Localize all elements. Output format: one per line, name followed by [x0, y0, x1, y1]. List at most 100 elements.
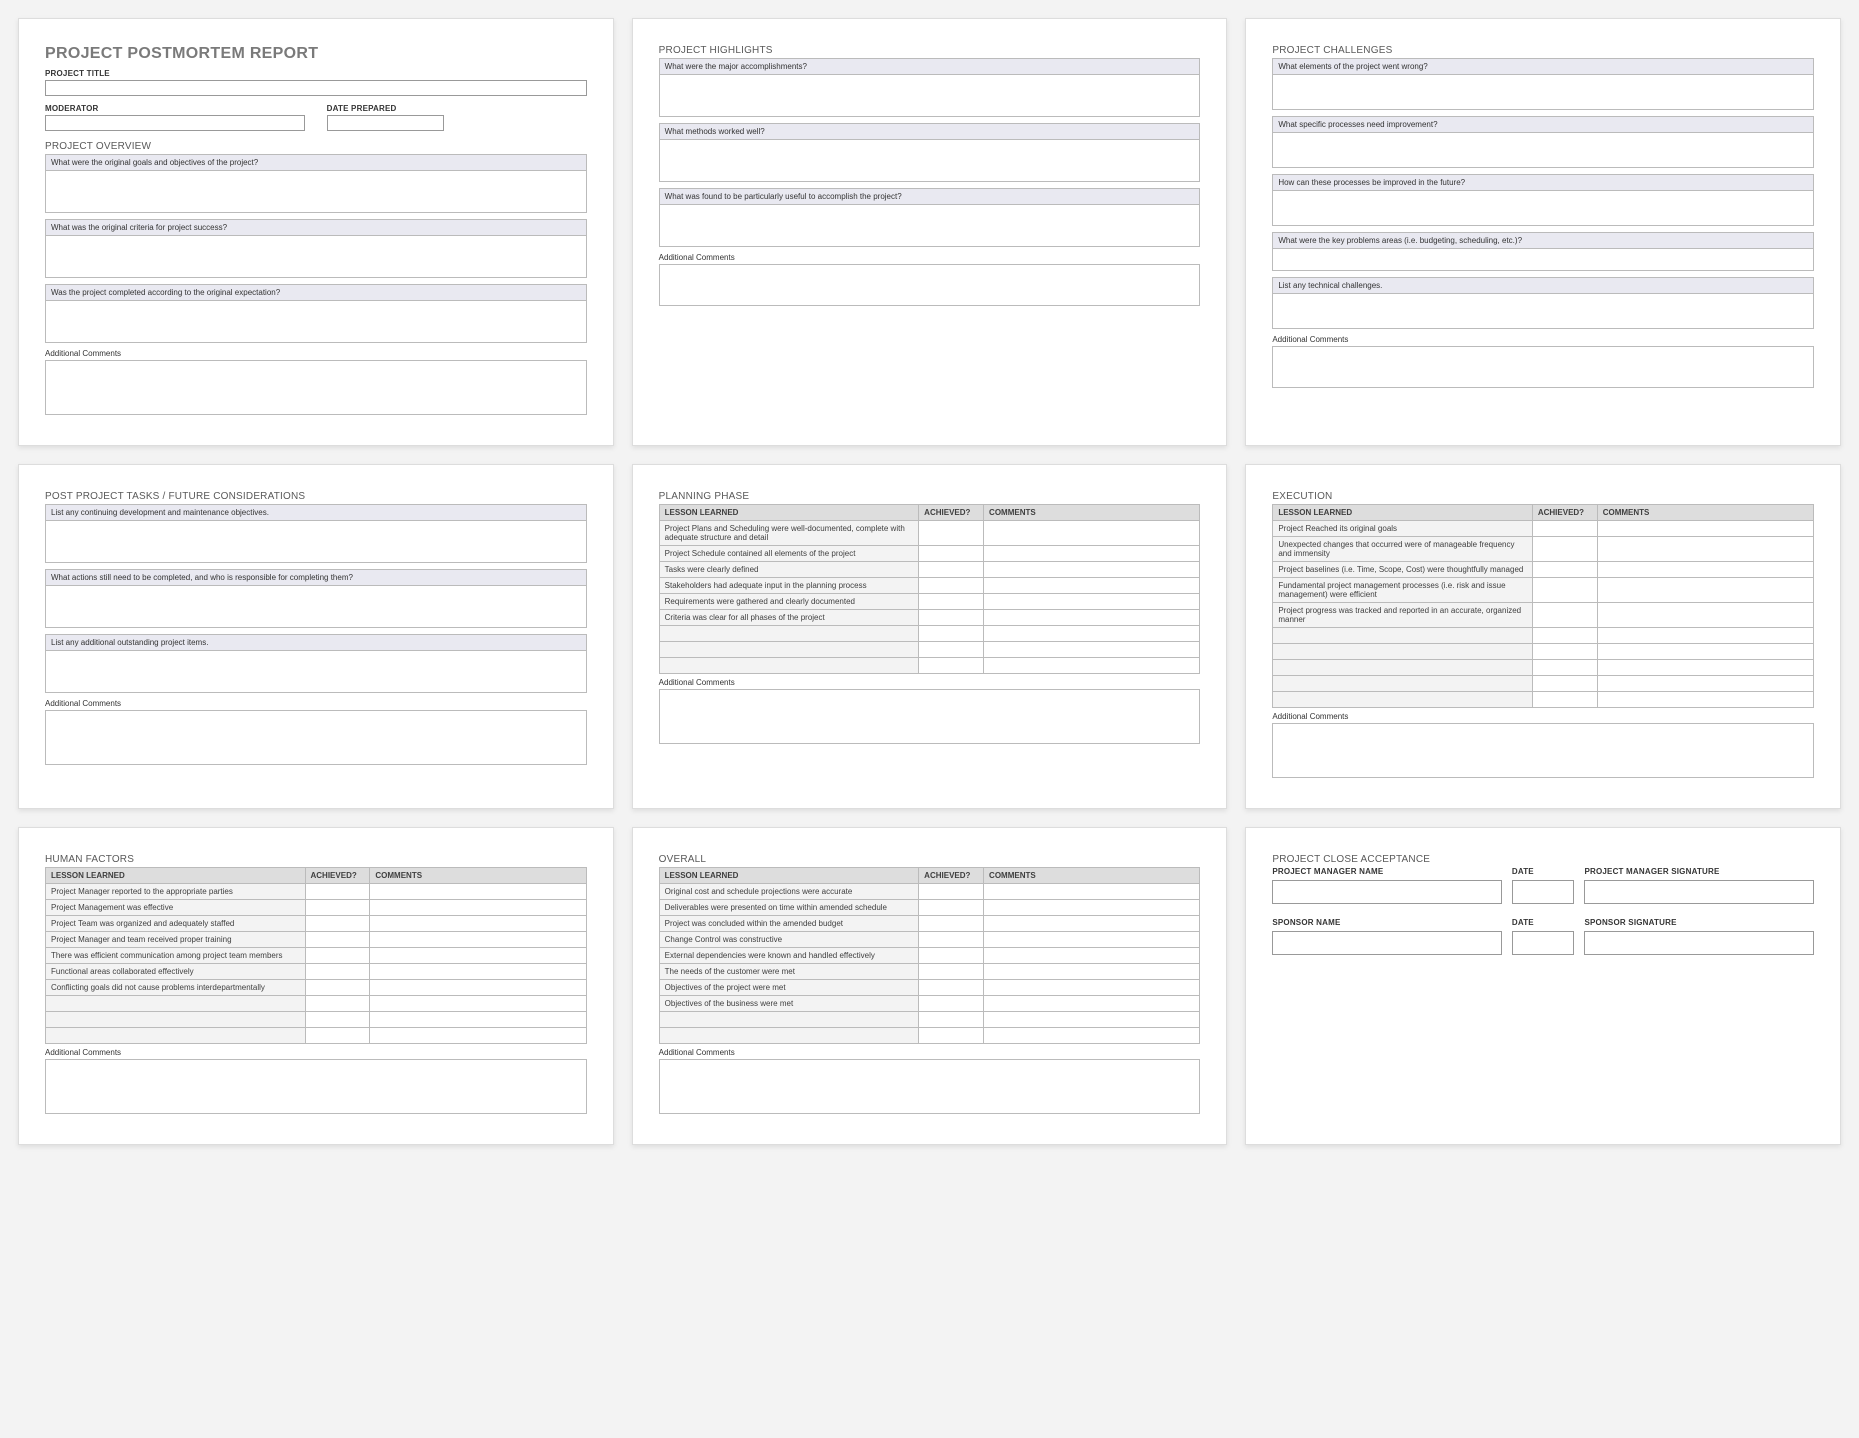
blank-cell[interactable] [659, 658, 919, 674]
project-title-input[interactable] [45, 80, 587, 96]
blank-cell[interactable] [984, 658, 1200, 674]
blank-cell[interactable] [659, 1028, 919, 1044]
achieved-cell[interactable] [1532, 537, 1597, 562]
pm-name-input[interactable] [1272, 880, 1502, 904]
achieved-cell[interactable] [919, 521, 984, 546]
achieved-cell[interactable] [305, 932, 370, 948]
date-prepared-input[interactable] [327, 115, 444, 131]
blank-cell[interactable] [370, 1028, 586, 1044]
comments-cell[interactable] [370, 916, 586, 932]
comments-cell[interactable] [370, 948, 586, 964]
blank-cell[interactable] [984, 1012, 1200, 1028]
comments-cell[interactable] [984, 996, 1200, 1012]
blank-cell[interactable] [1532, 676, 1597, 692]
blank-cell[interactable] [984, 642, 1200, 658]
blank-cell[interactable] [305, 1028, 370, 1044]
challenges-comments[interactable] [1272, 346, 1814, 388]
postproject-a2[interactable] [45, 586, 587, 628]
challenges-a5[interactable] [1272, 294, 1814, 329]
comments-cell[interactable] [1597, 578, 1813, 603]
blank-cell[interactable] [1532, 628, 1597, 644]
overview-a2[interactable] [45, 236, 587, 278]
comments-cell[interactable] [984, 884, 1200, 900]
challenges-a3[interactable] [1272, 191, 1814, 226]
execution-comments[interactable] [1272, 723, 1814, 778]
blank-cell[interactable] [1597, 644, 1813, 660]
achieved-cell[interactable] [1532, 578, 1597, 603]
pm-date-input[interactable] [1512, 880, 1575, 904]
achieved-cell[interactable] [919, 980, 984, 996]
blank-cell[interactable] [46, 996, 306, 1012]
achieved-cell[interactable] [919, 932, 984, 948]
sp-date-input[interactable] [1512, 931, 1575, 955]
overview-a1[interactable] [45, 171, 587, 213]
achieved-cell[interactable] [919, 916, 984, 932]
blank-cell[interactable] [984, 1028, 1200, 1044]
moderator-input[interactable] [45, 115, 305, 131]
blank-cell[interactable] [1273, 676, 1533, 692]
achieved-cell[interactable] [1532, 603, 1597, 628]
blank-cell[interactable] [919, 1012, 984, 1028]
blank-cell[interactable] [1273, 660, 1533, 676]
challenges-a2[interactable] [1272, 133, 1814, 168]
blank-cell[interactable] [1597, 676, 1813, 692]
blank-cell[interactable] [305, 1012, 370, 1028]
comments-cell[interactable] [984, 932, 1200, 948]
achieved-cell[interactable] [919, 546, 984, 562]
blank-cell[interactable] [1273, 692, 1533, 708]
highlights-comments[interactable] [659, 264, 1201, 306]
achieved-cell[interactable] [305, 916, 370, 932]
achieved-cell[interactable] [305, 948, 370, 964]
blank-cell[interactable] [1597, 692, 1813, 708]
sp-name-input[interactable] [1272, 931, 1502, 955]
comments-cell[interactable] [984, 980, 1200, 996]
comments-cell[interactable] [984, 948, 1200, 964]
comments-cell[interactable] [370, 900, 586, 916]
comments-cell[interactable] [984, 900, 1200, 916]
comments-cell[interactable] [984, 916, 1200, 932]
achieved-cell[interactable] [305, 964, 370, 980]
comments-cell[interactable] [984, 594, 1200, 610]
blank-cell[interactable] [659, 1012, 919, 1028]
comments-cell[interactable] [984, 546, 1200, 562]
comments-cell[interactable] [984, 610, 1200, 626]
challenges-a1[interactable] [1272, 75, 1814, 110]
achieved-cell[interactable] [919, 610, 984, 626]
blank-cell[interactable] [46, 1028, 306, 1044]
achieved-cell[interactable] [919, 884, 984, 900]
achieved-cell[interactable] [305, 900, 370, 916]
blank-cell[interactable] [919, 1028, 984, 1044]
overview-comments[interactable] [45, 360, 587, 415]
blank-cell[interactable] [46, 1012, 306, 1028]
achieved-cell[interactable] [919, 996, 984, 1012]
comments-cell[interactable] [1597, 537, 1813, 562]
overall-comments[interactable] [659, 1059, 1201, 1114]
comments-cell[interactable] [370, 980, 586, 996]
achieved-cell[interactable] [919, 900, 984, 916]
blank-cell[interactable] [370, 996, 586, 1012]
comments-cell[interactable] [984, 521, 1200, 546]
achieved-cell[interactable] [919, 964, 984, 980]
achieved-cell[interactable] [919, 948, 984, 964]
blank-cell[interactable] [1273, 628, 1533, 644]
blank-cell[interactable] [1532, 692, 1597, 708]
blank-cell[interactable] [1532, 644, 1597, 660]
blank-cell[interactable] [659, 626, 919, 642]
pm-sig-input[interactable] [1584, 880, 1814, 904]
achieved-cell[interactable] [305, 884, 370, 900]
sp-sig-input[interactable] [1584, 931, 1814, 955]
comments-cell[interactable] [984, 562, 1200, 578]
blank-cell[interactable] [919, 626, 984, 642]
blank-cell[interactable] [370, 1012, 586, 1028]
blank-cell[interactable] [1273, 644, 1533, 660]
highlights-a3[interactable] [659, 205, 1201, 247]
postproject-a1[interactable] [45, 521, 587, 563]
human-comments[interactable] [45, 1059, 587, 1114]
blank-cell[interactable] [305, 996, 370, 1012]
achieved-cell[interactable] [305, 980, 370, 996]
achieved-cell[interactable] [1532, 521, 1597, 537]
postproject-comments[interactable] [45, 710, 587, 765]
comments-cell[interactable] [370, 964, 586, 980]
achieved-cell[interactable] [919, 594, 984, 610]
highlights-a1[interactable] [659, 75, 1201, 117]
